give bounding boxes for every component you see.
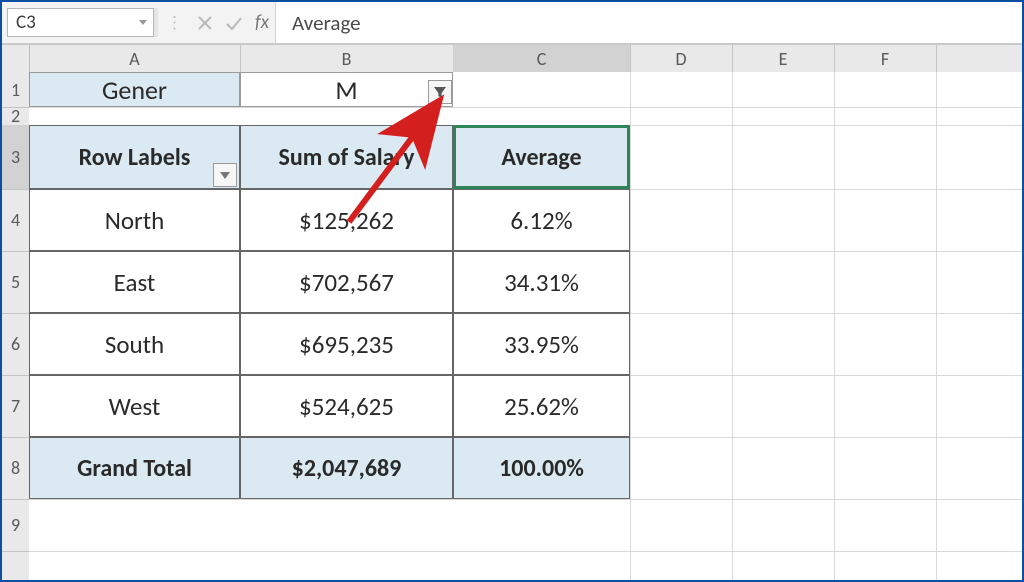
col-header-E[interactable]: E xyxy=(732,45,835,72)
row-header-2[interactable]: 2 xyxy=(2,107,29,126)
chevron-down-icon xyxy=(139,20,147,25)
row-header-4[interactable]: 4 xyxy=(2,189,29,252)
col-header-C[interactable]: C xyxy=(453,45,631,74)
pivot-header-average[interactable]: Average xyxy=(453,125,630,189)
pivot-row-salary[interactable]: $524,625 xyxy=(240,375,453,437)
row-header-9[interactable]: 9 xyxy=(2,499,29,552)
row-labels-dropdown-icon[interactable] xyxy=(213,163,237,187)
enter-icon[interactable] xyxy=(225,15,243,31)
pivot-row-label[interactable]: East xyxy=(29,251,240,313)
name-box[interactable]: C3 xyxy=(7,8,154,37)
formula-input[interactable]: Average xyxy=(275,2,1022,43)
pivot-row-label[interactable]: North xyxy=(29,189,240,251)
pivot-row-avg[interactable]: 25.62% xyxy=(453,375,630,437)
row-header-5[interactable]: 5 xyxy=(2,251,29,314)
pivot-row-salary[interactable]: $695,235 xyxy=(240,313,453,375)
pivot-filter-value[interactable]: M xyxy=(240,72,453,107)
row-header-3[interactable]: 3 xyxy=(2,125,31,190)
col-header-D[interactable]: D xyxy=(630,45,733,72)
pivot-row-avg[interactable]: 6.12% xyxy=(453,189,630,251)
filter-funnel-icon[interactable] xyxy=(428,80,452,104)
pivot-header-sum-salary[interactable]: Sum of Salary xyxy=(240,125,453,189)
formula-input-value: Average xyxy=(292,10,361,36)
fx-icon[interactable]: fx xyxy=(255,11,269,34)
pivot-row-avg[interactable]: 34.31% xyxy=(453,251,630,313)
name-box-value: C3 xyxy=(16,11,36,34)
pivot-row-label[interactable]: West xyxy=(29,375,240,437)
pivot-grand-total-label[interactable]: Grand Total xyxy=(29,437,240,499)
pivot-row-avg[interactable]: 33.95% xyxy=(453,313,630,375)
row-header-8[interactable]: 8 xyxy=(2,437,29,500)
col-header-F[interactable]: F xyxy=(834,45,937,72)
pivot-grand-total-avg[interactable]: 100.00% xyxy=(453,437,630,499)
pivot-row-salary[interactable]: $125,262 xyxy=(240,189,453,251)
row-header-7[interactable]: 7 xyxy=(2,375,29,438)
pivot-filter-name: Gener xyxy=(29,72,240,107)
pivot-header-row-labels[interactable]: Row Labels xyxy=(29,125,240,189)
formula-bar: C3 ⋮ fx Average xyxy=(2,2,1022,45)
cancel-icon[interactable] xyxy=(197,15,213,31)
sheet-area[interactable]: Gener M Row Labels Sum of Salary Average… xyxy=(29,72,1022,580)
vertical-ellipsis-icon: ⋮ xyxy=(164,12,185,33)
pivot-row-label[interactable]: South xyxy=(29,313,240,375)
column-header-bar: A B C D E F xyxy=(2,45,1022,73)
row-header-bar: 1 2 3 4 5 6 7 8 9 xyxy=(2,45,30,580)
col-header-A[interactable]: A xyxy=(29,45,241,72)
formula-bar-buttons: ⋮ fx xyxy=(158,2,275,43)
row-header-1[interactable]: 1 xyxy=(2,72,29,108)
row-header-6[interactable]: 6 xyxy=(2,313,29,376)
col-header-B[interactable]: B xyxy=(240,45,454,72)
pivot-grand-total-salary[interactable]: $2,047,689 xyxy=(240,437,453,499)
pivot-row-salary[interactable]: $702,567 xyxy=(240,251,453,313)
